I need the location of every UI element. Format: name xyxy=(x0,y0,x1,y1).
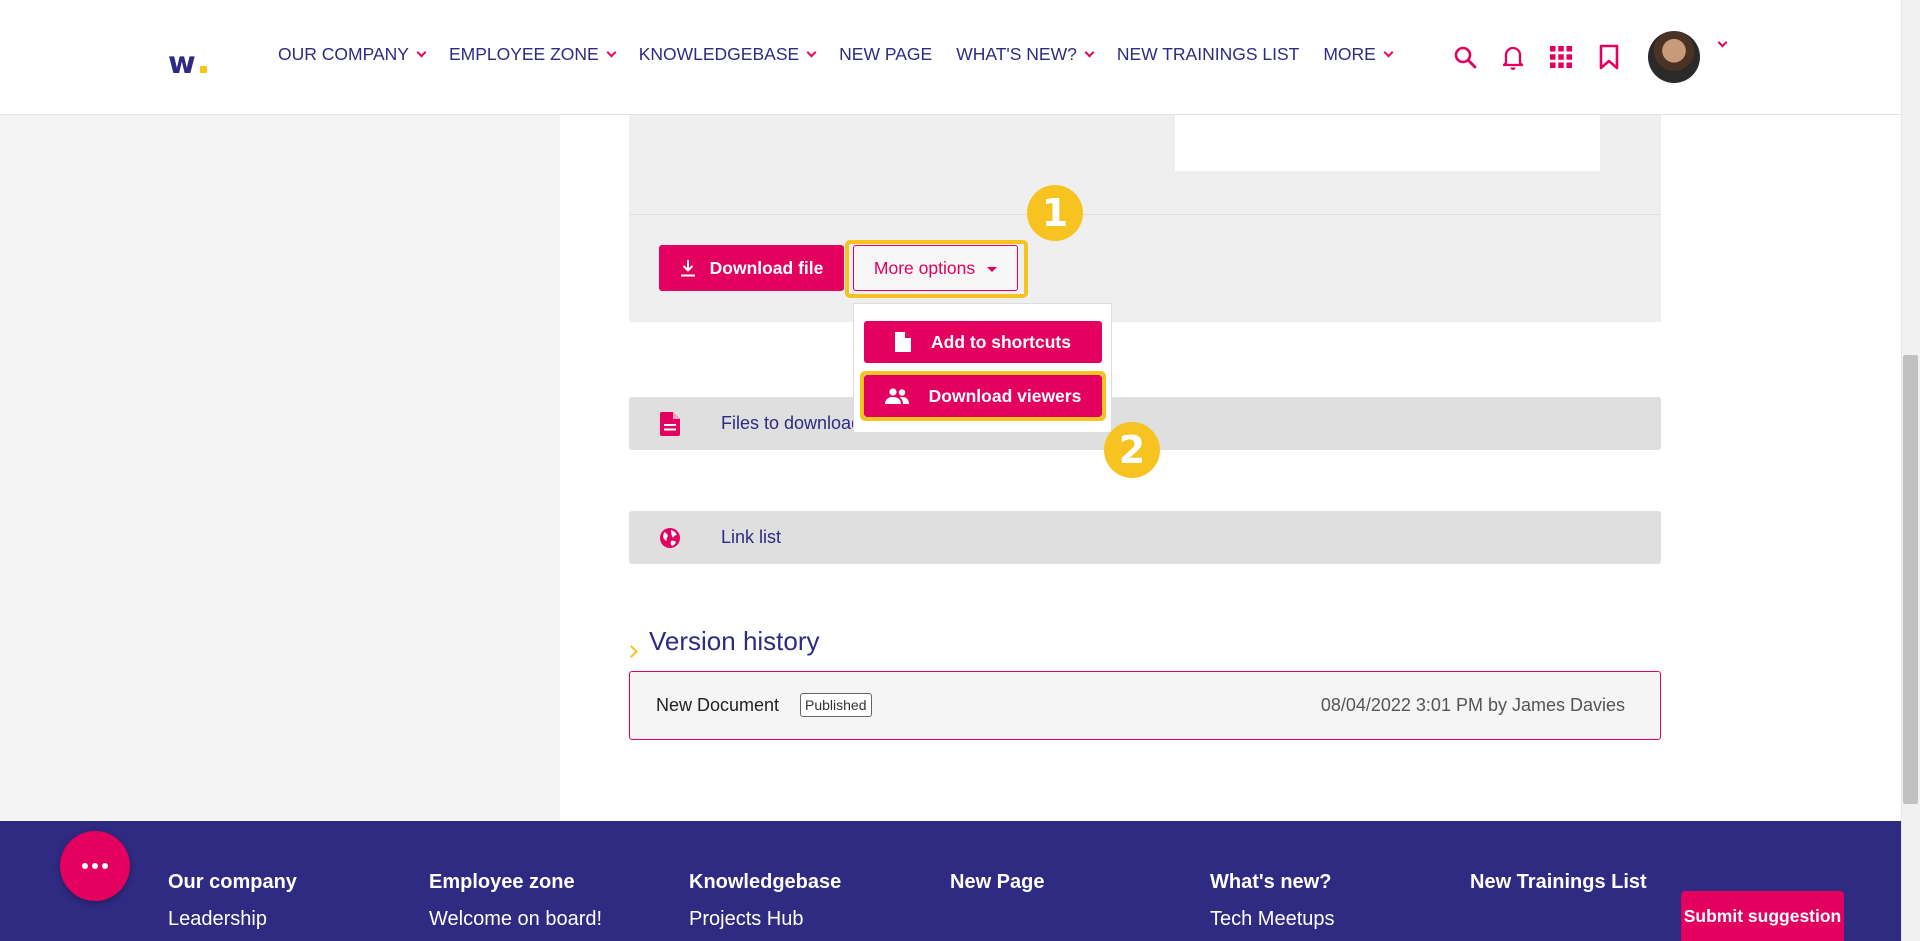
dot xyxy=(82,863,88,869)
scrollbar-thumb[interactable] xyxy=(1903,355,1918,804)
nav-label: KNOWLEDGEBASE xyxy=(638,44,800,64)
chat-button[interactable] xyxy=(60,831,130,901)
more-options-button[interactable]: More options xyxy=(853,245,1018,291)
link-list-section[interactable]: Link list xyxy=(629,511,1661,564)
footer-heading[interactable]: New Page xyxy=(950,871,1044,894)
footer-col-new-page: New Page xyxy=(950,871,1044,894)
footer-heading[interactable]: Employee zone xyxy=(429,871,602,894)
caret-down-icon xyxy=(987,266,998,272)
nav-employee-zone[interactable]: EMPLOYEE ZONE xyxy=(448,44,617,65)
download-file-label: Download file xyxy=(709,257,824,278)
footer-col-new-trainings-list: New Trainings List xyxy=(1470,871,1647,894)
nav-label: NEW PAGE xyxy=(839,44,933,64)
footer-link[interactable]: Projects Hub xyxy=(689,908,841,931)
logo[interactable]: w xyxy=(168,46,196,81)
footer-col-employee-zone: Employee zone Welcome on board! xyxy=(429,871,602,931)
bell-icon[interactable] xyxy=(1500,44,1526,70)
version-history-title: Version history xyxy=(649,626,820,656)
status-badge: Published xyxy=(800,693,872,717)
footer-heading[interactable]: New Trainings List xyxy=(1470,871,1647,894)
footer-col-our-company: Our company Leadership xyxy=(168,871,297,931)
header-actions xyxy=(1452,44,1644,70)
document-preview xyxy=(1175,115,1600,171)
files-to-download-label: Files to download xyxy=(721,413,862,433)
nav-new-page[interactable]: NEW PAGE xyxy=(839,44,932,65)
version-row[interactable]: New Document Published 08/04/2022 3:01 P… xyxy=(629,671,1661,740)
nav-new-trainings-list[interactable]: NEW TRAININGS LIST xyxy=(1117,44,1299,65)
chevron-down-icon xyxy=(416,47,427,57)
step-marker-1: 1 xyxy=(1027,185,1083,241)
nav-whats-new[interactable]: WHAT'S NEW? xyxy=(956,44,1095,65)
dot xyxy=(102,863,108,869)
download-viewers-label: Download viewers xyxy=(928,385,1082,406)
nav-label: EMPLOYEE ZONE xyxy=(448,44,599,64)
step-marker-2: 2 xyxy=(1104,422,1160,478)
add-to-shortcuts-label: Add to shortcuts xyxy=(931,331,1071,352)
footer-heading[interactable]: Knowledgebase xyxy=(689,871,841,894)
footer-link[interactable]: Tech Meetups xyxy=(1210,908,1335,931)
chevron-down-icon xyxy=(806,47,817,57)
document-icon xyxy=(895,332,911,352)
submit-suggestion-button[interactable]: Submit suggestion xyxy=(1681,891,1844,941)
apps-grid-icon[interactable] xyxy=(1548,44,1574,70)
footer-col-knowledgebase: Knowledgebase Projects Hub xyxy=(689,871,841,931)
nav-more[interactable]: MORE xyxy=(1323,44,1394,65)
download-icon xyxy=(680,259,696,277)
add-to-shortcuts-button[interactable]: Add to shortcuts xyxy=(864,321,1102,363)
chevron-down-icon[interactable] xyxy=(1717,37,1728,48)
logo-text: w xyxy=(168,46,196,81)
nav-label: WHAT'S NEW? xyxy=(956,44,1077,64)
footer-col-whats-new: What's new? Tech Meetups xyxy=(1210,871,1335,931)
nav-label: OUR COMPANY xyxy=(278,44,409,64)
divider xyxy=(629,214,1661,215)
nav-label: MORE xyxy=(1323,44,1376,64)
search-icon[interactable] xyxy=(1452,44,1478,70)
chevron-down-icon xyxy=(606,47,617,57)
globe-icon xyxy=(658,527,682,549)
chevron-down-icon xyxy=(1084,47,1095,57)
people-icon xyxy=(884,388,909,404)
submit-suggestion-label: Submit suggestion xyxy=(1683,905,1842,926)
file-icon xyxy=(658,411,682,436)
link-list-label: Link list xyxy=(721,527,782,547)
more-options-label: More options xyxy=(873,257,976,278)
bookmark-icon[interactable] xyxy=(1596,44,1622,70)
nav-knowledgebase[interactable]: KNOWLEDGEBASE xyxy=(638,44,817,65)
footer-heading[interactable]: Our company xyxy=(168,871,297,894)
nav-our-company[interactable]: OUR COMPANY xyxy=(278,44,427,65)
avatar[interactable] xyxy=(1648,31,1700,83)
top-navigation-bar: w OUR COMPANY EMPLOYEE ZONE KNOWLEDGEBAS… xyxy=(0,0,1901,115)
footer-link[interactable]: Welcome on board! xyxy=(429,908,602,931)
nav-label: NEW TRAININGS LIST xyxy=(1116,44,1300,64)
left-sidebar-area xyxy=(0,115,560,821)
download-viewers-button[interactable]: Download viewers xyxy=(864,375,1102,417)
chevron-down-icon xyxy=(1383,47,1394,57)
dot xyxy=(92,863,98,869)
footer-link[interactable]: Leadership xyxy=(168,908,297,931)
version-meta: 08/04/2022 3:01 PM by James Davies xyxy=(1320,695,1625,715)
main-nav: OUR COMPANY EMPLOYEE ZONE KNOWLEDGEBASE … xyxy=(278,44,1416,65)
logo-dot xyxy=(200,66,207,73)
download-file-button[interactable]: Download file xyxy=(659,245,844,291)
version-name: New Document xyxy=(656,695,780,715)
footer-heading[interactable]: What's new? xyxy=(1210,871,1335,894)
